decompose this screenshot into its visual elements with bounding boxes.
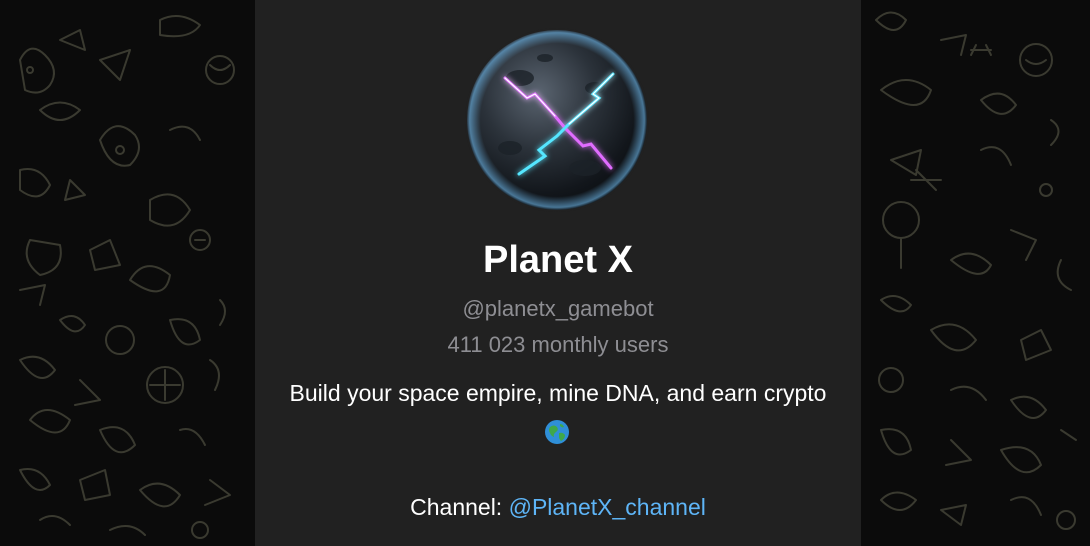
bot-profile-screen: Planet X @planetx_gamebot 411 023 monthl…: [0, 0, 1090, 546]
bot-description: Build your space empire, mine DNA, and e…: [289, 380, 827, 406]
channel-link[interactable]: @PlanetX_channel: [509, 494, 706, 520]
chat-wallpaper-left: [0, 0, 255, 546]
channel-label: Channel:: [410, 494, 503, 520]
globe-icon: 🌍: [544, 419, 570, 445]
channel-line: Channel: @PlanetX_channel: [255, 492, 861, 522]
bot-name: Planet X: [483, 239, 633, 281]
chat-wallpaper-right: [861, 0, 1090, 546]
planet-x-avatar[interactable]: [465, 28, 649, 212]
monthly-users-count: 411 023 monthly users: [447, 332, 669, 357]
bot-info-card: Planet X @planetx_gamebot 411 023 monthl…: [255, 0, 861, 546]
bot-username[interactable]: @planetx_gamebot: [255, 295, 861, 323]
